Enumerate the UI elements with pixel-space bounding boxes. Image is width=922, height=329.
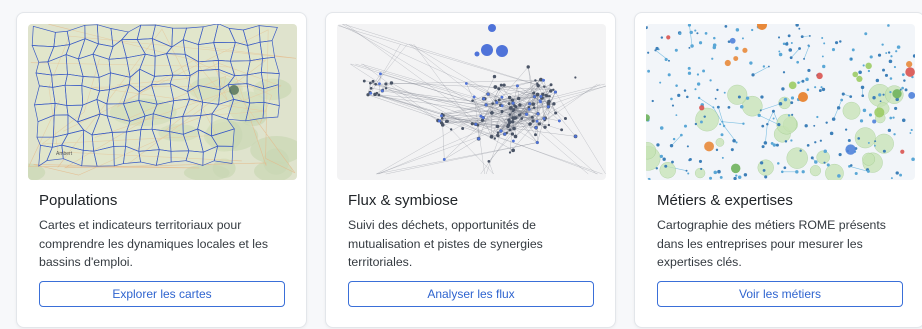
- card-title: Métiers & expertises: [657, 192, 793, 209]
- card-title: Flux & symbiose: [348, 192, 459, 209]
- map-thumbnail: Ambert: [28, 24, 297, 180]
- occupations-graph-thumbnail: [646, 24, 915, 180]
- map-place-label: Ambert: [56, 151, 73, 157]
- card-description: Suivi des déchets, opportunités de mutua…: [348, 218, 543, 269]
- card-description: Cartes et indicateurs territoriaux pour …: [39, 218, 268, 269]
- card-populations: Ambert Populations Cartes et indicateurs…: [16, 12, 307, 328]
- card-flux: Flux & symbiose Suivi des déchets, oppor…: [325, 12, 616, 328]
- card-metiers: Métiers & expertises Cartographie des mé…: [634, 12, 922, 328]
- card-title: Populations: [39, 192, 118, 209]
- network-graph-thumbnail: [337, 24, 606, 180]
- analyze-flows-button[interactable]: Analyser les flux: [348, 281, 594, 307]
- explore-maps-button[interactable]: Explorer les cartes: [39, 281, 285, 307]
- view-occupations-button[interactable]: Voir les métiers: [657, 281, 903, 307]
- card-description: Cartographie des métiers ROME présents d…: [657, 218, 886, 269]
